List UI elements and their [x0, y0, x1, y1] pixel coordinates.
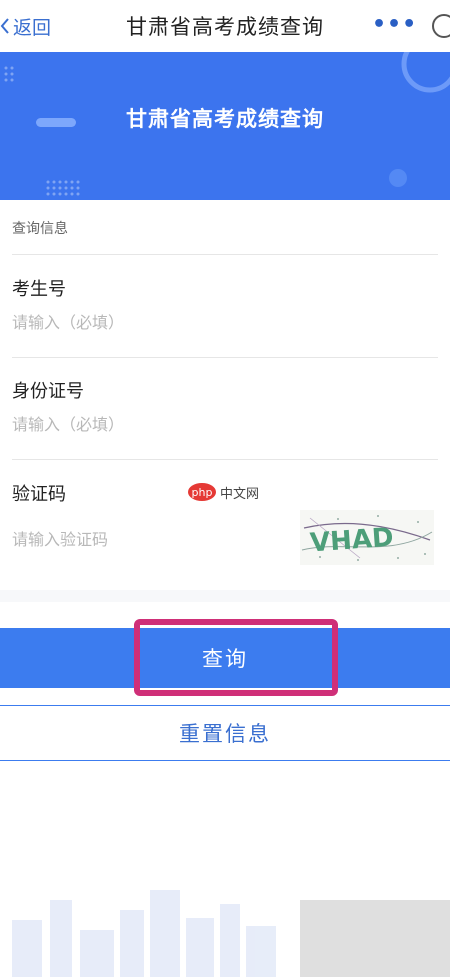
top-nav-bar: 返回 甘肃省高考成绩查询 •••: [0, 0, 450, 52]
header-banner: 甘肃省高考成绩查询: [0, 52, 450, 200]
php-logo: php: [188, 483, 216, 501]
more-options-icon[interactable]: •••: [372, 12, 417, 37]
divider: [12, 459, 438, 460]
divider: [12, 357, 438, 358]
captcha-label: 验证码: [12, 484, 66, 505]
id-number-input[interactable]: [12, 415, 312, 434]
divider: [12, 254, 438, 255]
banner-title: 甘肃省高考成绩查询: [126, 107, 324, 131]
captcha-text: VHAD: [309, 523, 394, 559]
section-label: 查询信息: [12, 221, 68, 237]
site-watermark: php 中文网: [187, 482, 259, 502]
close-mini-program-icon[interactable]: [432, 14, 450, 38]
exam-number-input[interactable]: [12, 313, 312, 332]
captcha-graphic: VHAD: [301, 515, 433, 561]
id-number-label: 身份证号: [12, 381, 84, 402]
query-button[interactable]: 查询: [0, 628, 450, 688]
skyline-decoration: [12, 890, 450, 977]
reset-button[interactable]: 重置信息: [0, 705, 450, 761]
svg-text:php: php: [192, 486, 213, 499]
captcha-image[interactable]: VHAD: [300, 510, 434, 565]
captcha-input[interactable]: [12, 530, 272, 549]
exam-number-label: 考生号: [12, 279, 66, 300]
watermark-text: 中文网: [220, 486, 260, 502]
section-separator: [0, 590, 450, 602]
